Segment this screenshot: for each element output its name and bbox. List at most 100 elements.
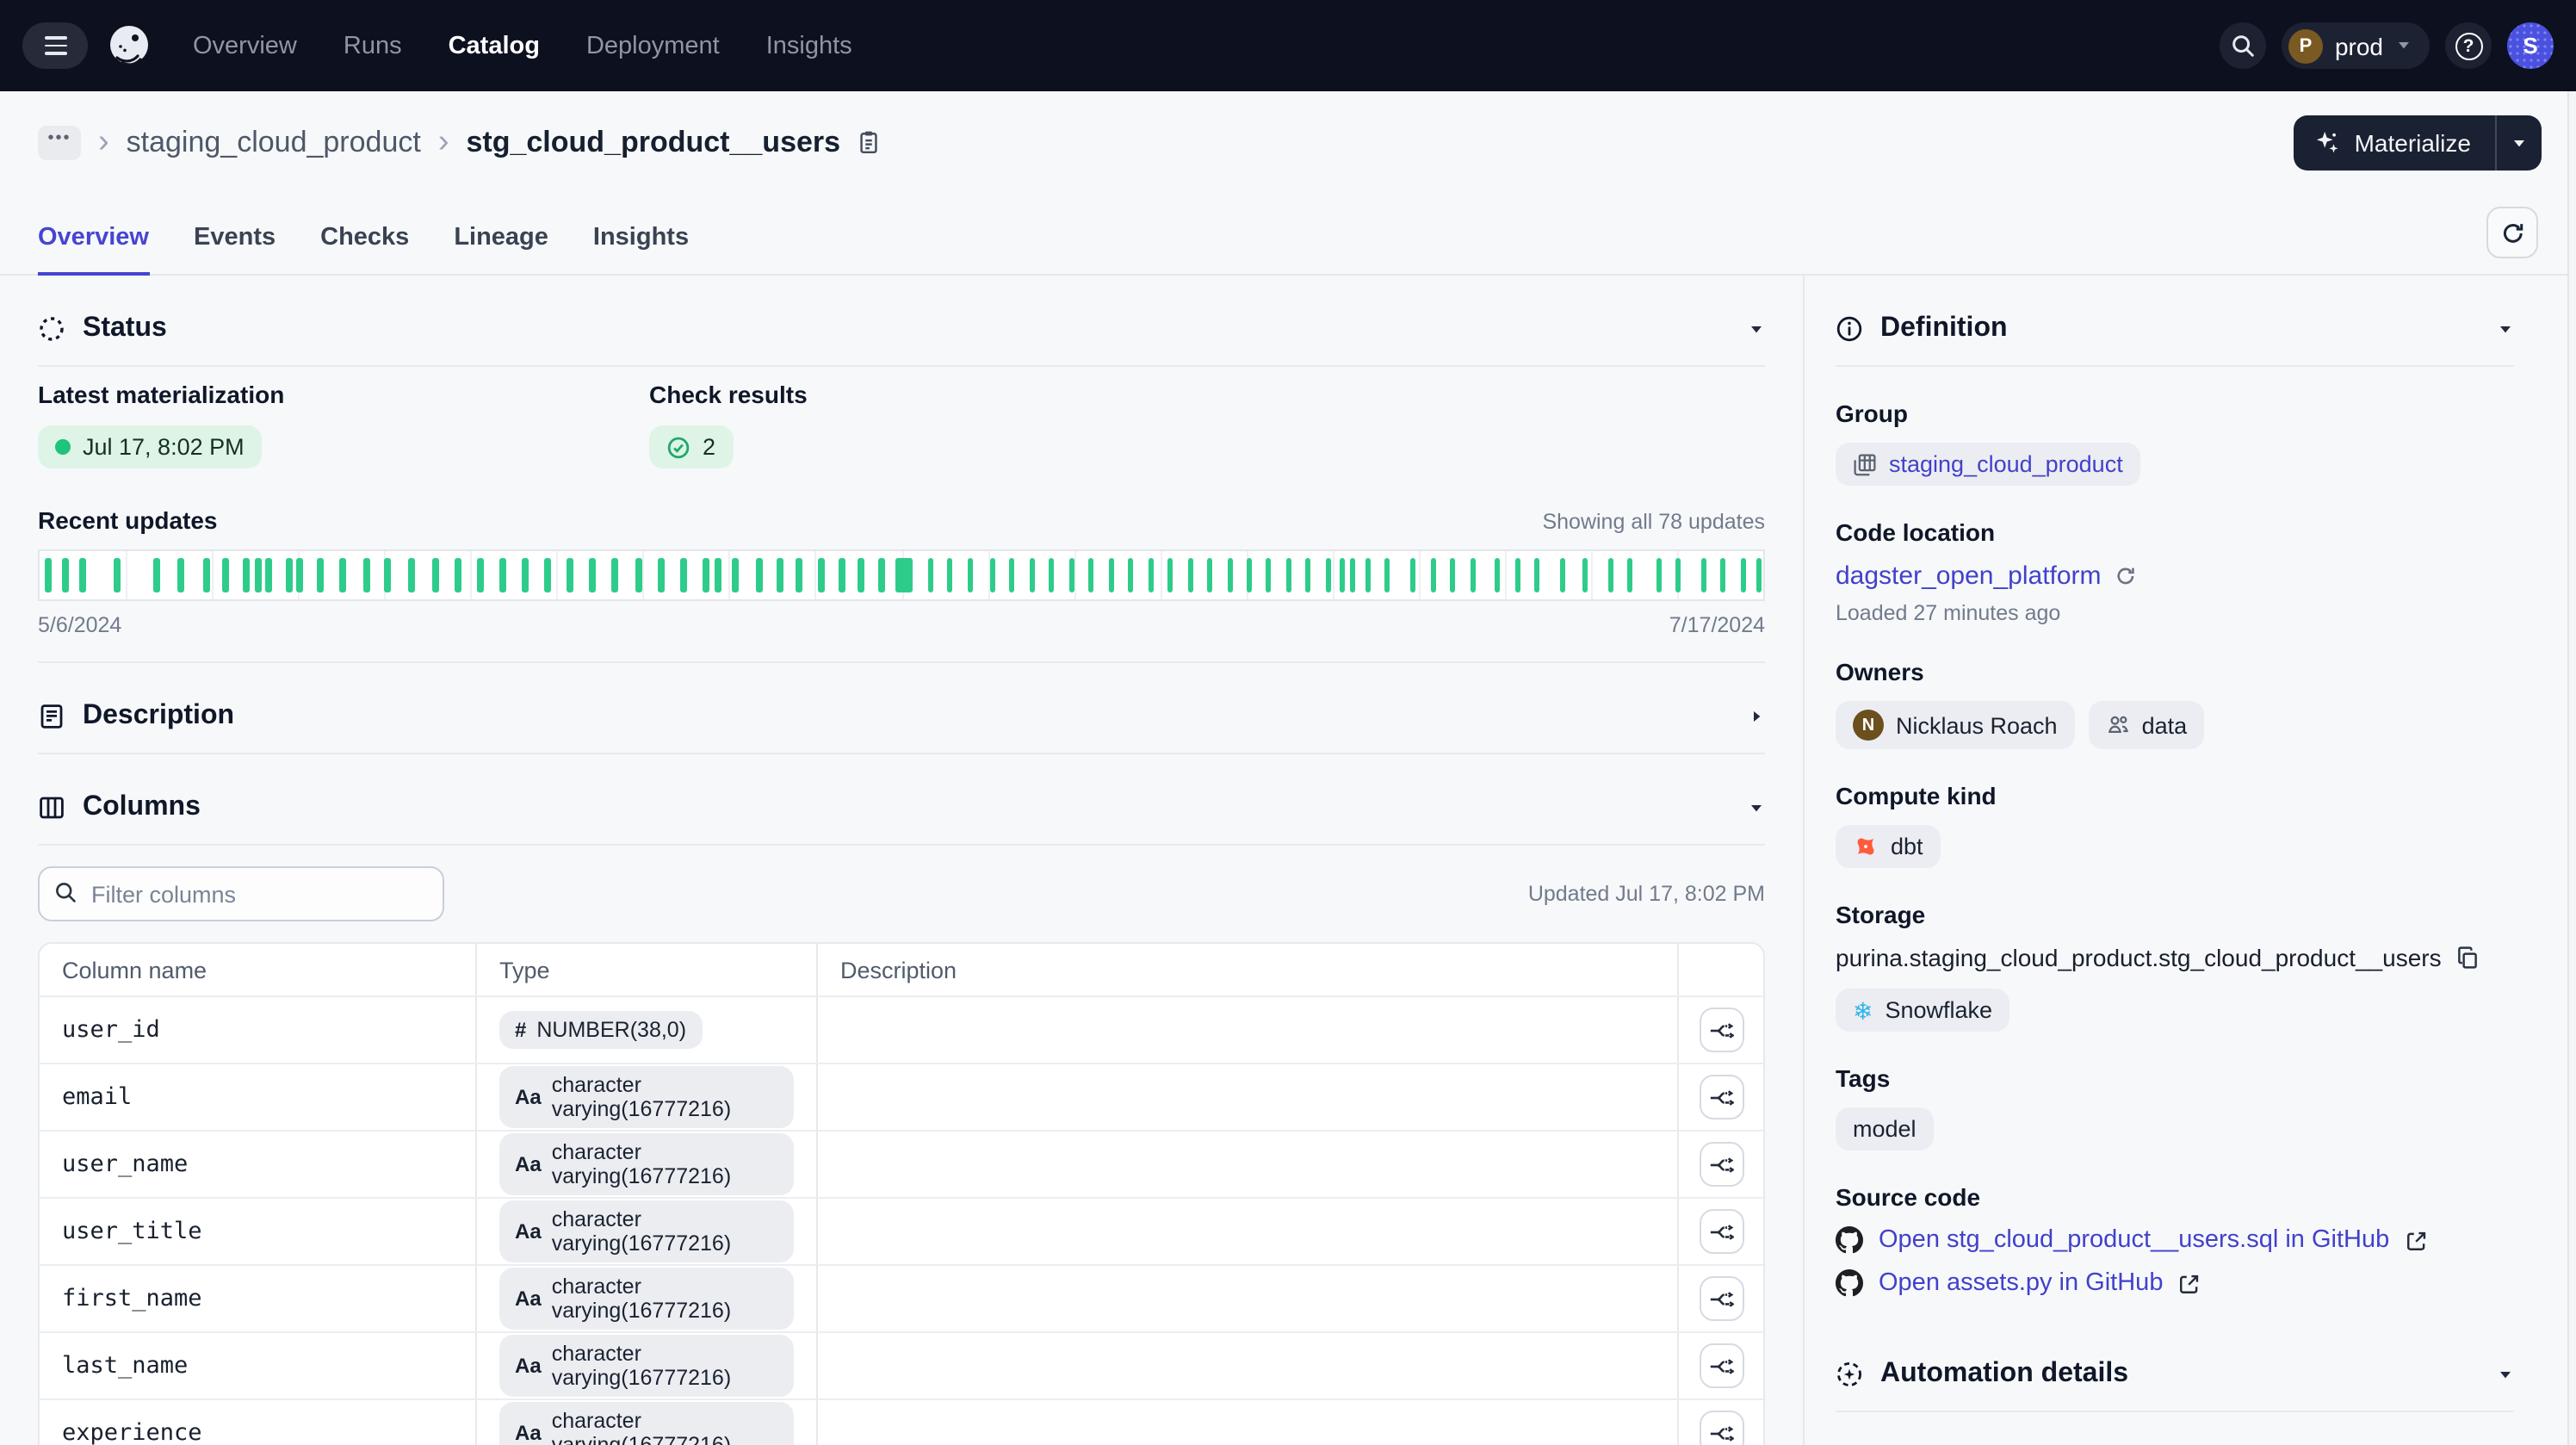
update-tick[interactable] <box>946 558 952 592</box>
nav-item-insights[interactable]: Insights <box>766 32 852 59</box>
update-tick[interactable] <box>408 558 414 592</box>
update-tick[interactable] <box>1431 558 1437 592</box>
tag-pill[interactable]: model <box>1836 1107 1934 1150</box>
update-tick[interactable] <box>153 558 159 592</box>
update-tick[interactable] <box>1167 558 1173 592</box>
breadcrumb-group-link[interactable]: staging_cloud_product <box>127 125 421 159</box>
update-tick[interactable] <box>703 558 709 592</box>
update-tick[interactable] <box>989 558 995 592</box>
update-tick[interactable] <box>1608 558 1614 592</box>
update-tick[interactable] <box>432 558 438 592</box>
update-tick[interactable] <box>636 558 642 592</box>
update-tick[interactable] <box>1029 558 1035 592</box>
update-tick[interactable] <box>265 558 271 592</box>
update-tick[interactable] <box>1350 558 1356 592</box>
search-icon[interactable] <box>2220 22 2266 69</box>
update-tick[interactable] <box>243 558 249 592</box>
view-lineage-button[interactable] <box>1699 1343 1743 1388</box>
description-expand-caret[interactable] <box>1748 708 1765 725</box>
update-tick[interactable] <box>1756 558 1762 592</box>
view-lineage-button[interactable] <box>1699 1411 1743 1445</box>
status-collapse-caret[interactable] <box>1748 320 1765 338</box>
update-tick[interactable] <box>733 558 739 592</box>
definition-collapse-caret[interactable] <box>2497 320 2514 338</box>
tab-checks[interactable]: Checks <box>320 224 409 276</box>
update-tick[interactable] <box>1450 558 1456 592</box>
update-tick[interactable] <box>879 558 885 592</box>
update-tick[interactable] <box>1246 558 1252 592</box>
view-lineage-button[interactable] <box>1699 1075 1743 1119</box>
update-tick[interactable] <box>1495 558 1501 592</box>
update-tick[interactable] <box>796 558 802 592</box>
update-tick[interactable] <box>363 558 369 592</box>
update-tick[interactable] <box>1365 558 1372 592</box>
view-lineage-button[interactable] <box>1699 1142 1743 1187</box>
menu-icon[interactable] <box>22 22 88 69</box>
materialize-dropdown-caret[interactable] <box>2497 115 2542 170</box>
update-tick[interactable] <box>114 558 120 592</box>
owner-user-pill[interactable]: N Nicklaus Roach <box>1836 701 2075 749</box>
update-tick[interactable] <box>1206 558 1212 592</box>
view-lineage-button[interactable] <box>1699 1276 1743 1321</box>
dagster-logo-icon[interactable] <box>105 22 152 69</box>
nav-item-overview[interactable]: Overview <box>193 32 297 59</box>
nav-item-deployment[interactable]: Deployment <box>586 32 720 59</box>
update-tick[interactable] <box>62 558 68 592</box>
open-sql-in-github-link[interactable]: Open stg_cloud_product__users.sql in Git… <box>1879 1226 2389 1254</box>
update-tick[interactable] <box>659 558 665 592</box>
update-tick[interactable] <box>967 558 973 592</box>
latest-materialization-pill[interactable]: Jul 17, 8:02 PM <box>38 425 262 468</box>
storage-platform-pill[interactable]: ❄ Snowflake <box>1836 989 2009 1032</box>
update-tick[interactable] <box>1127 558 1133 592</box>
update-tick-cluster[interactable] <box>896 558 913 592</box>
update-tick[interactable] <box>1340 558 1346 592</box>
update-tick[interactable] <box>296 558 302 592</box>
filter-columns-input[interactable] <box>38 866 444 921</box>
recent-updates-timeline[interactable] <box>38 549 1765 601</box>
update-tick[interactable] <box>255 558 261 592</box>
update-tick[interactable] <box>1534 558 1540 592</box>
update-tick[interactable] <box>715 558 721 592</box>
update-tick[interactable] <box>1675 558 1681 592</box>
update-tick[interactable] <box>1582 558 1588 592</box>
breadcrumb-ellipsis-button[interactable]: ••• <box>38 125 81 159</box>
nav-item-catalog[interactable]: Catalog <box>449 32 540 59</box>
tab-lineage[interactable]: Lineage <box>454 224 548 276</box>
update-tick[interactable] <box>222 558 228 592</box>
group-pill[interactable]: staging_cloud_product <box>1836 443 2140 486</box>
update-tick[interactable] <box>1285 558 1291 592</box>
update-tick[interactable] <box>478 558 484 592</box>
update-tick[interactable] <box>1720 558 1726 592</box>
update-tick[interactable] <box>819 558 825 592</box>
help-icon[interactable]: ? <box>2445 22 2492 69</box>
scrollbar[interactable] <box>2567 91 2576 1445</box>
update-tick[interactable] <box>1265 558 1271 592</box>
automation-collapse-caret[interactable] <box>2497 1366 2514 1383</box>
update-tick[interactable] <box>1227 558 1233 592</box>
columns-collapse-caret[interactable] <box>1748 799 1765 816</box>
update-tick[interactable] <box>1701 558 1707 592</box>
update-tick[interactable] <box>1148 558 1154 592</box>
update-tick[interactable] <box>500 558 506 592</box>
view-lineage-button[interactable] <box>1699 1008 1743 1052</box>
deployment-switcher[interactable]: P prod <box>2282 22 2430 69</box>
update-tick[interactable] <box>177 558 183 592</box>
nav-item-runs[interactable]: Runs <box>344 32 402 59</box>
view-lineage-button[interactable] <box>1699 1209 1743 1254</box>
update-tick[interactable] <box>927 558 933 592</box>
update-tick[interactable] <box>1068 558 1074 592</box>
update-tick[interactable] <box>590 558 596 592</box>
compute-kind-pill[interactable]: dbt <box>1836 825 1941 868</box>
update-tick[interactable] <box>1087 558 1093 592</box>
tab-overview[interactable]: Overview <box>38 224 149 276</box>
update-tick[interactable] <box>317 558 323 592</box>
update-tick[interactable] <box>839 558 845 592</box>
update-tick[interactable] <box>1008 558 1014 592</box>
open-assets-py-in-github-link[interactable]: Open assets.py in GitHub <box>1879 1269 2163 1297</box>
reload-code-location-icon[interactable] <box>2115 565 2138 587</box>
update-tick[interactable] <box>286 558 292 592</box>
update-tick[interactable] <box>339 558 345 592</box>
update-tick[interactable] <box>1741 558 1747 592</box>
update-tick[interactable] <box>523 558 529 592</box>
update-tick[interactable] <box>45 558 51 592</box>
